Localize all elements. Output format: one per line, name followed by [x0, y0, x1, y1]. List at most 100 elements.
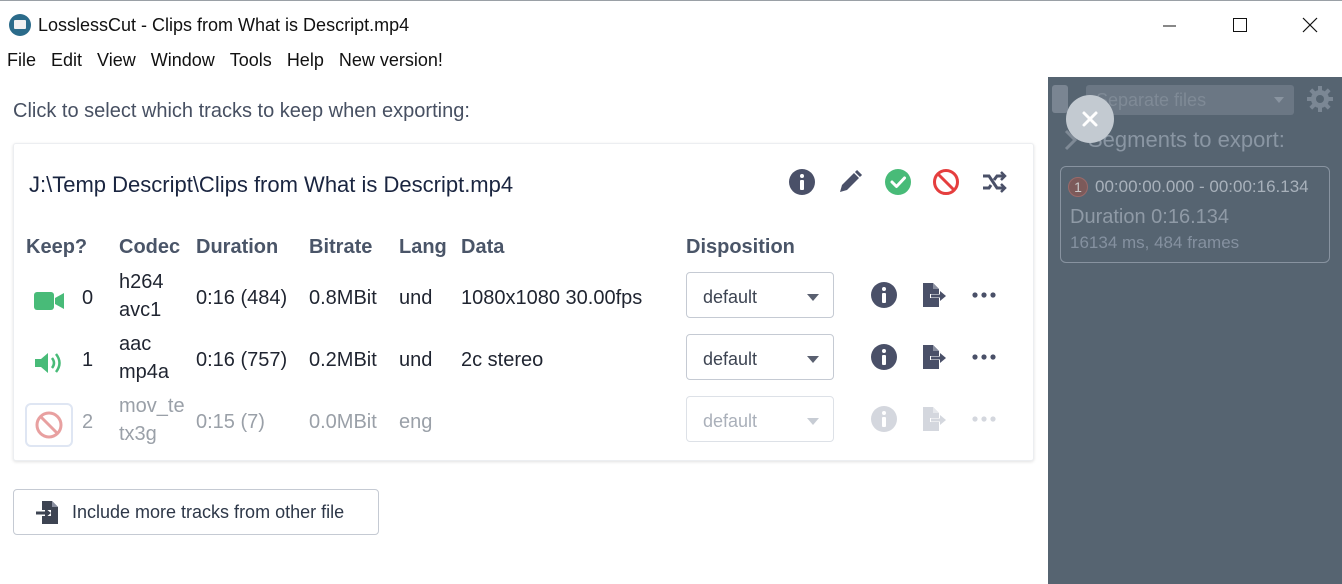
keep-track-toggle[interactable]	[25, 341, 73, 385]
segment-card[interactable]: 1 00:00:00.000 - 00:00:16.134 Duration 0…	[1060, 166, 1330, 263]
track-more-button[interactable]	[969, 404, 999, 434]
track-index: 2	[82, 411, 94, 433]
track-bitrate: 0.8MBit	[309, 287, 377, 309]
track-info-button[interactable]	[869, 342, 899, 372]
track-codec: mov_te	[119, 395, 185, 417]
info-icon	[871, 344, 897, 370]
ellipsis-icon	[972, 416, 996, 422]
file-export-icon	[923, 283, 946, 307]
track-actions	[869, 342, 999, 372]
disposition-value: default	[703, 287, 758, 307]
instruction-text: Click to select which tracks to keep whe…	[13, 100, 470, 122]
track-info-button[interactable]	[869, 404, 899, 434]
maximize-icon	[1233, 18, 1247, 32]
chevron-down-icon	[807, 356, 819, 363]
ellipsis-icon	[972, 292, 996, 298]
track-lang: und	[399, 349, 433, 371]
edit-icon	[840, 169, 863, 192]
disposition-select[interactable]: default	[686, 334, 834, 380]
keep-track-toggle[interactable]	[25, 279, 73, 323]
tracks-card: J:\Temp Descript\Clips from What is Desc…	[13, 143, 1034, 461]
menu-bar: File Edit View Window Tools Help New ver…	[0, 48, 451, 76]
menu-window[interactable]: Window	[144, 48, 223, 76]
track-bitrate: 0.2MBit	[309, 349, 377, 371]
close-window-button[interactable]	[1287, 7, 1333, 43]
close-icon	[1302, 17, 1318, 33]
file-export-icon	[923, 345, 946, 369]
shuffle-icon	[983, 171, 1007, 193]
file-info-button[interactable]	[787, 167, 817, 197]
track-row: 0 h264 avc1 0:16 (484) 0.8MBit und 1080x…	[14, 271, 1033, 327]
track-row: 2 mov_te tx3g 0:15 (7) 0.0MBit eng defau…	[14, 395, 1033, 451]
file-import-icon	[34, 499, 60, 525]
disable-all-icon	[933, 169, 959, 195]
header-keep: Keep?	[26, 236, 88, 258]
file-path: J:\Temp Descript\Clips from What is Desc…	[29, 172, 514, 197]
disposition-select[interactable]: default	[686, 272, 834, 318]
enable-all-tracks-button[interactable]	[883, 167, 913, 197]
track-duration: 0:15 (7)	[196, 411, 265, 433]
track-info-button[interactable]	[869, 280, 899, 310]
track-codec: h264	[119, 271, 164, 293]
export-side-panel: Separate files Segments to export: 1 00:…	[1048, 77, 1342, 584]
chevron-down-icon	[807, 418, 819, 425]
track-duration: 0:16 (757)	[196, 349, 288, 371]
gear-icon[interactable]	[1306, 85, 1334, 113]
keep-track-toggle[interactable]	[25, 403, 73, 447]
menu-help[interactable]: Help	[280, 48, 332, 76]
info-icon	[789, 169, 815, 195]
chevron-down-icon	[807, 294, 819, 301]
track-duration: 0:16 (484)	[196, 287, 288, 309]
segment-details: 16134 ms, 484 frames	[1070, 233, 1240, 252]
app-icon	[9, 14, 31, 36]
check-all-icon	[885, 169, 911, 195]
track-more-button[interactable]	[969, 280, 999, 310]
include-more-tracks-label: Include more tracks from other file	[72, 501, 345, 522]
shuffle-tracks-button[interactable]	[979, 167, 1009, 197]
minimize-button[interactable]	[1146, 7, 1192, 43]
extract-track-button[interactable]	[919, 404, 949, 434]
info-icon	[871, 282, 897, 308]
edit-file-button[interactable]	[835, 167, 865, 197]
menu-tools[interactable]: Tools	[223, 48, 280, 76]
volume-icon	[35, 353, 61, 373]
segment-time-range: 00:00:00.000 - 00:00:16.134	[1095, 177, 1309, 196]
output-mode-value: Separate files	[1096, 90, 1207, 110]
menu-file[interactable]: File	[0, 48, 44, 76]
header-codec: Codec	[119, 236, 181, 258]
output-mode-select[interactable]: Separate files	[1086, 85, 1294, 115]
minimize-icon	[1163, 25, 1176, 27]
mode-dropdown-arrow[interactable]	[1052, 85, 1068, 113]
track-actions	[869, 280, 999, 310]
track-lang: eng	[399, 411, 433, 433]
info-icon	[871, 406, 897, 432]
ellipsis-icon	[972, 354, 996, 360]
menu-new-version[interactable]: New version!	[332, 48, 451, 76]
ban-icon	[35, 411, 63, 439]
file-export-icon	[923, 407, 946, 431]
menu-view[interactable]: View	[90, 48, 144, 76]
header-disposition: Disposition	[686, 236, 795, 258]
extract-track-button[interactable]	[919, 280, 949, 310]
disable-all-tracks-button[interactable]	[931, 167, 961, 197]
track-codec-tag: tx3g	[119, 423, 157, 445]
disposition-value: default	[703, 411, 758, 431]
menu-edit[interactable]: Edit	[44, 48, 90, 76]
include-more-tracks-button[interactable]: Include more tracks from other file	[13, 489, 379, 535]
track-lang: und	[399, 287, 433, 309]
track-bitrate: 0.0MBit	[309, 411, 377, 433]
maximize-button[interactable]	[1217, 7, 1263, 43]
track-data: 2c stereo	[461, 349, 544, 371]
track-index: 1	[82, 349, 94, 371]
close-dialog-button[interactable]	[1066, 95, 1114, 143]
track-codec-tag: avc1	[119, 299, 162, 321]
track-index: 0	[82, 287, 94, 309]
extract-track-button[interactable]	[919, 342, 949, 372]
title-bar: LosslessCut - Clips from What is Descrip…	[0, 0, 1342, 48]
header-bitrate: Bitrate	[309, 236, 373, 258]
file-actions	[787, 167, 1009, 197]
disposition-select[interactable]: default	[686, 396, 834, 442]
header-data: Data	[461, 236, 505, 258]
track-more-button[interactable]	[969, 342, 999, 372]
video-camera-icon	[34, 292, 64, 310]
